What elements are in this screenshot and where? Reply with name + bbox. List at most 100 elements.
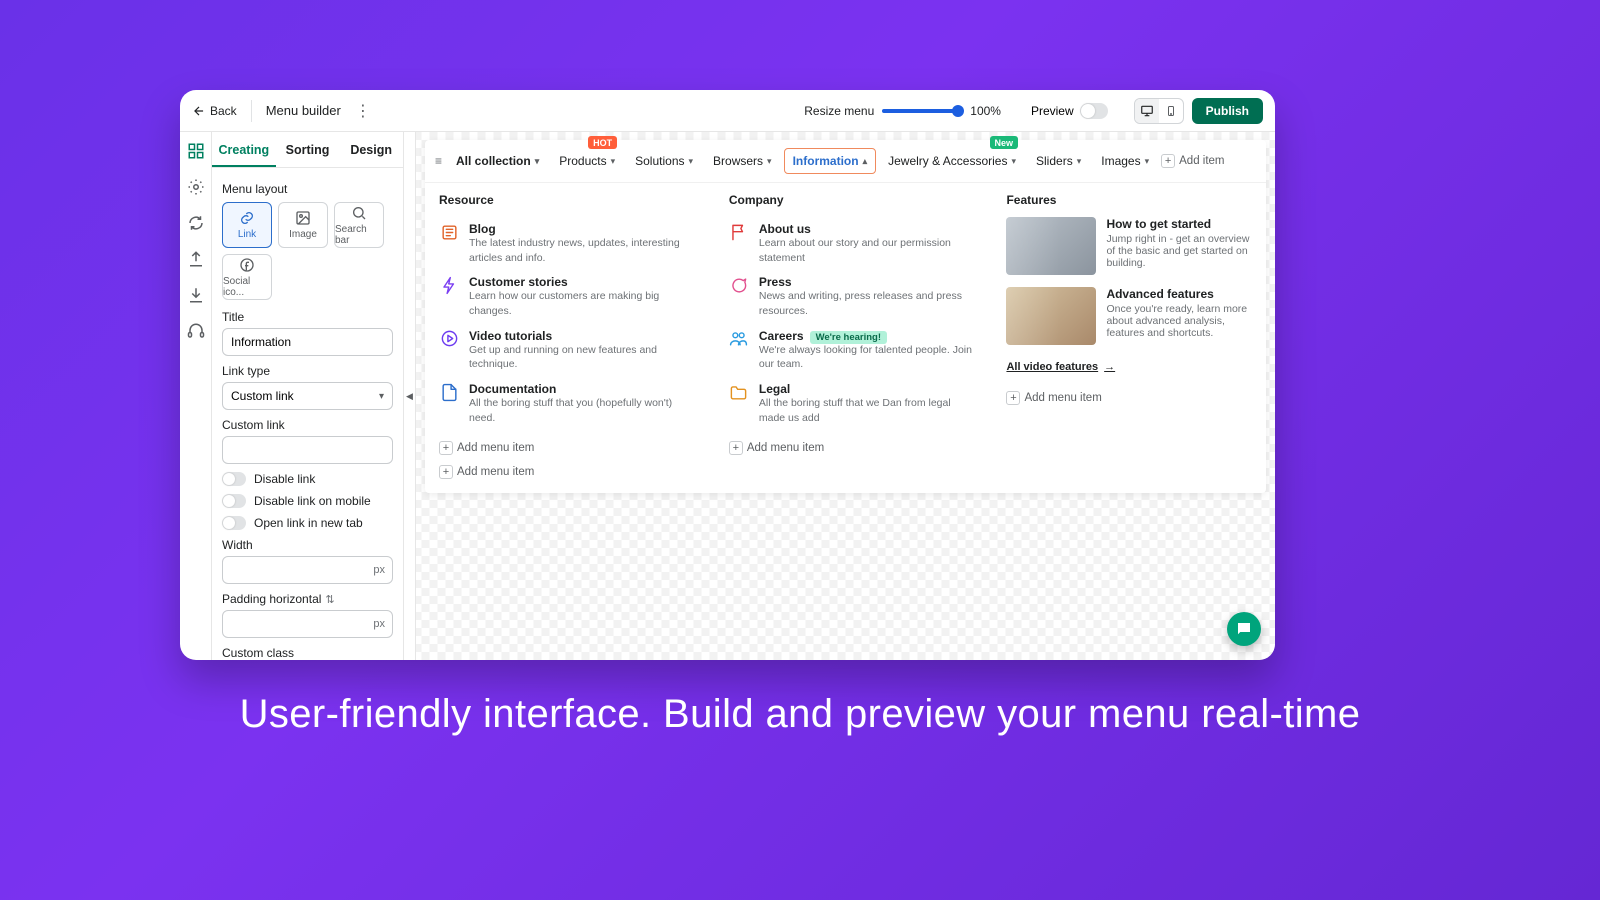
menu-item-all-collection[interactable]: All collection▾ (448, 149, 547, 173)
folder-icon (729, 382, 749, 402)
back-label: Back (210, 104, 237, 118)
toggle-icon (222, 472, 246, 486)
column-resource: Resource BlogThe latest industry news, u… (439, 193, 697, 455)
list-item[interactable]: CareersWe're hearing!We're always lookin… (729, 324, 975, 377)
preview-label: Preview (1031, 104, 1074, 118)
menu-item-jewelry[interactable]: Jewelry & Accessories▾New (880, 149, 1024, 173)
menu-item-browsers[interactable]: Browsers▾ (705, 149, 780, 173)
width-input[interactable] (222, 556, 393, 584)
play-circle-icon (439, 329, 459, 349)
back-button[interactable]: Back (192, 104, 237, 118)
toggle-disable-mobile[interactable]: Disable link on mobile (222, 494, 393, 508)
drag-handle-icon[interactable]: ≡ (435, 154, 442, 168)
add-menu-item-company[interactable]: +Add menu item (729, 441, 975, 455)
padding-sort-icon: ⇅ (325, 594, 334, 606)
resize-control: Resize menu 100% (804, 104, 1001, 118)
badge-hot: HOT (588, 136, 617, 149)
chevron-down-icon: ▾ (379, 391, 384, 402)
feature-thumbnail (1006, 217, 1096, 275)
menu-bar: ≡ All collection▾ Products▾HOT Solutions… (425, 140, 1266, 183)
resize-slider[interactable] (882, 109, 962, 113)
col-title-resource: Resource (439, 193, 697, 207)
collapse-panel-button[interactable]: ◀ (404, 132, 416, 660)
all-video-features-link[interactable]: All video features → (1006, 361, 1115, 373)
chat-icon (729, 275, 749, 295)
mobile-icon[interactable] (1159, 99, 1183, 123)
rail-sync-icon[interactable] (187, 214, 205, 232)
list-item[interactable]: DocumentationAll the boring stuff that y… (439, 377, 697, 430)
menu-item-sliders[interactable]: Sliders▾ (1028, 149, 1089, 173)
menu-item-solutions[interactable]: Solutions▾ (627, 149, 701, 173)
hiring-badge: We're hearing! (810, 331, 887, 344)
preview-control: Preview (1031, 103, 1108, 119)
toggle-disable-link[interactable]: Disable link (222, 472, 393, 486)
users-icon (729, 329, 749, 349)
layout-tile-link[interactable]: Link (222, 202, 272, 248)
settings-panel: Creating Sorting Design Menu layout Link… (212, 132, 404, 660)
menu-item-products[interactable]: Products▾HOT (551, 149, 623, 173)
add-item-button[interactable]: +Add item (1161, 154, 1224, 168)
custom-class-label: Custom class (222, 646, 393, 660)
padding-input[interactable] (222, 610, 393, 638)
preview-toggle[interactable] (1080, 103, 1108, 119)
badge-new: New (990, 136, 1019, 149)
panel-tabs: Creating Sorting Design (212, 132, 403, 168)
list-item[interactable]: About usLearn about our story and our pe… (729, 217, 975, 270)
toggle-icon (222, 516, 246, 530)
mega-menu-preview: ≡ All collection▾ Products▾HOT Solutions… (425, 140, 1266, 493)
divider (251, 100, 252, 122)
list-item[interactable]: BlogThe latest industry news, updates, i… (439, 217, 697, 270)
lightning-icon (439, 275, 459, 295)
desktop-icon[interactable] (1135, 99, 1159, 123)
layout-tile-image[interactable]: Image (278, 202, 328, 248)
rail-layout-icon[interactable] (187, 142, 205, 160)
list-item[interactable]: Customer storiesLearn how our customers … (439, 270, 697, 323)
layout-tile-social[interactable]: Social ico... (222, 254, 272, 300)
list-item[interactable]: Video tutorialsGet up and running on new… (439, 324, 697, 377)
col-title-company: Company (729, 193, 975, 207)
add-menu-item-resource[interactable]: +Add menu item (439, 441, 697, 455)
feature-item[interactable]: Advanced featuresOnce you're ready, lear… (1006, 287, 1252, 345)
rail-support-icon[interactable] (187, 322, 205, 340)
preview-canvas: ≡ All collection▾ Products▾HOT Solutions… (416, 132, 1275, 660)
rail-download-icon[interactable] (187, 286, 205, 304)
marketing-caption: User-friendly interface. Build and previ… (0, 692, 1600, 737)
more-menu-icon[interactable]: ⋮ (349, 101, 377, 121)
file-icon (439, 382, 459, 402)
arrow-right-icon: → (1104, 361, 1115, 373)
page-title: Menu builder (266, 103, 341, 118)
unit-px: px (373, 556, 385, 584)
body: Creating Sorting Design Menu layout Link… (180, 132, 1275, 660)
add-menu-item-footer[interactable]: +Add menu item (439, 465, 1252, 479)
link-type-label: Link type (222, 364, 393, 378)
feature-thumbnail (1006, 287, 1096, 345)
menu-layout-label: Menu layout (222, 182, 393, 196)
title-input[interactable] (222, 328, 393, 356)
toggle-new-tab[interactable]: Open link in new tab (222, 516, 393, 530)
list-item[interactable]: LegalAll the boring stuff that we Dan fr… (729, 377, 975, 430)
padding-label: Padding horizontal⇅ (222, 592, 393, 606)
resize-label: Resize menu (804, 104, 874, 118)
list-item[interactable]: PressNews and writing, press releases an… (729, 270, 975, 323)
link-type-select[interactable]: Custom link ▾ (222, 382, 393, 410)
publish-button[interactable]: Publish (1192, 98, 1263, 124)
tab-creating[interactable]: Creating (212, 132, 276, 167)
tab-sorting[interactable]: Sorting (276, 132, 340, 167)
toggle-icon (222, 494, 246, 508)
resize-value: 100% (970, 104, 1001, 118)
rail-settings-icon[interactable] (187, 178, 205, 196)
feature-item[interactable]: How to get startedJump right in - get an… (1006, 217, 1252, 275)
device-switch (1134, 98, 1184, 124)
menu-item-images[interactable]: Images▾ (1093, 149, 1157, 173)
tab-design[interactable]: Design (339, 132, 403, 167)
layout-tile-search[interactable]: Search bar (334, 202, 384, 248)
chat-fab-icon[interactable] (1227, 612, 1261, 646)
rail-upload-icon[interactable] (187, 250, 205, 268)
add-menu-item-features[interactable]: +Add menu item (1006, 391, 1252, 405)
column-features: Features How to get startedJump right in… (1006, 193, 1252, 455)
left-rail (180, 132, 212, 660)
link-type-value: Custom link (231, 389, 294, 403)
flag-icon (729, 222, 749, 242)
menu-item-information[interactable]: Information▴ (784, 148, 877, 174)
custom-link-input[interactable] (222, 436, 393, 464)
